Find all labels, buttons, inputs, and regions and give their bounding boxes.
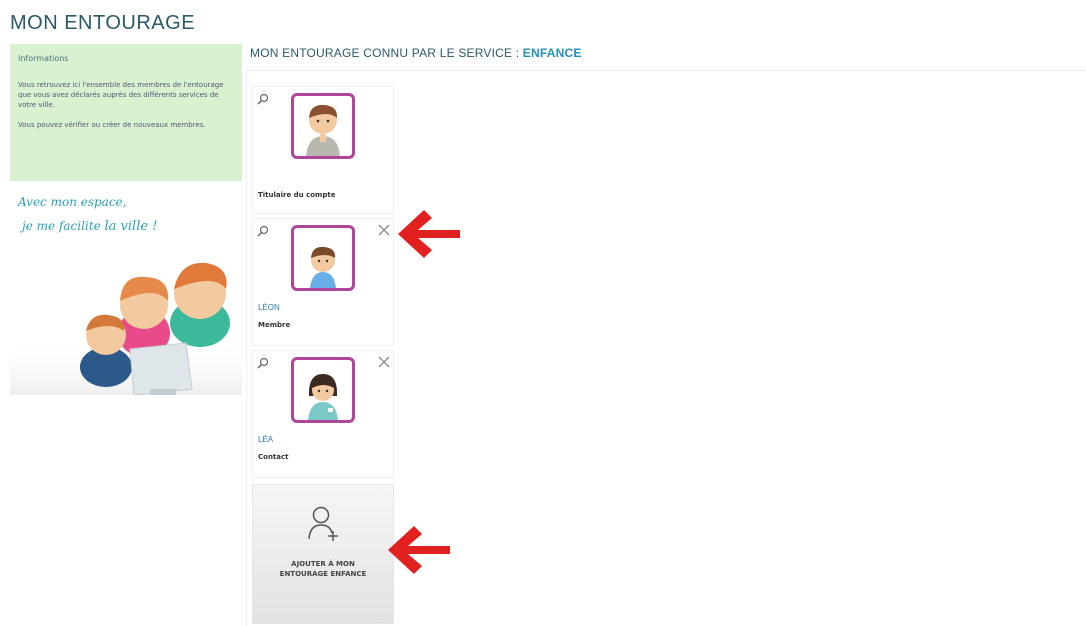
promo-line-2a: je me facilite (22, 219, 101, 233)
section-heading-prefix: MON ENTOURAGE CONNU PAR LE SERVICE : (250, 46, 520, 60)
add-user-icon (308, 506, 338, 541)
page-title: MON ENTOURAGE (10, 12, 196, 34)
add-member-label-line-2: ENTOURAGE ENFANCE (279, 570, 367, 578)
sidebar: Informations Vous retrouvez ici l'ensemb… (10, 44, 242, 396)
promo-line-2b: la ville ! (104, 219, 158, 234)
avatar[interactable] (291, 225, 355, 291)
woman-avatar-icon (308, 374, 338, 420)
info-title: Informations (18, 54, 69, 63)
info-text-2: Vous pouvez vérifier ou créer de nouveau… (18, 121, 206, 129)
member-card[interactable]: Titulaire du compte (252, 86, 394, 214)
boy-avatar-icon (310, 246, 336, 288)
promo-line-1: Avec mon espace, (18, 195, 127, 209)
member-name: LÉON (258, 303, 280, 312)
service-name: ENFANCE (522, 46, 582, 60)
magnifier-icon[interactable] (257, 225, 269, 237)
close-icon[interactable] (377, 355, 391, 369)
member-role: Membre (258, 321, 291, 329)
promo-banner: Avec mon espace, je me facilite la ville… (10, 181, 242, 396)
divider (246, 70, 1086, 71)
add-member-label-line-1: AJOUTER À MON (291, 560, 355, 568)
member-role: Contact (258, 453, 289, 461)
add-member-button[interactable]: AJOUTER À MON ENTOURAGE ENFANCE (252, 484, 394, 624)
member-role: Titulaire du compte (258, 191, 336, 199)
avatar[interactable] (291, 357, 355, 423)
avatar[interactable] (291, 93, 355, 159)
divider-vertical (246, 70, 247, 626)
red-arrow-left-icon (388, 526, 450, 574)
red-arrow-left-icon (398, 210, 460, 258)
magnifier-icon[interactable] (257, 357, 269, 369)
info-box: Informations Vous retrouvez ici l'ensemb… (10, 44, 242, 181)
promo-line-2: je me facilite la ville ! (22, 219, 157, 234)
add-member-label: AJOUTER À MON ENTOURAGE ENFANCE (253, 559, 393, 579)
family-illustration (10, 262, 242, 395)
member-name: LÉA (258, 435, 274, 444)
close-icon[interactable] (377, 223, 391, 237)
adult-man-avatar-icon (306, 104, 340, 156)
magnifier-icon[interactable] (257, 93, 269, 105)
member-card[interactable]: LÉA Contact (252, 350, 394, 478)
member-card[interactable]: LÉON Membre (252, 218, 394, 346)
info-text-1: Vous retrouvez ici l'ensemble des membre… (18, 81, 224, 109)
section-heading: MON ENTOURAGE CONNU PAR LE SERVICE : ENF… (250, 46, 582, 60)
